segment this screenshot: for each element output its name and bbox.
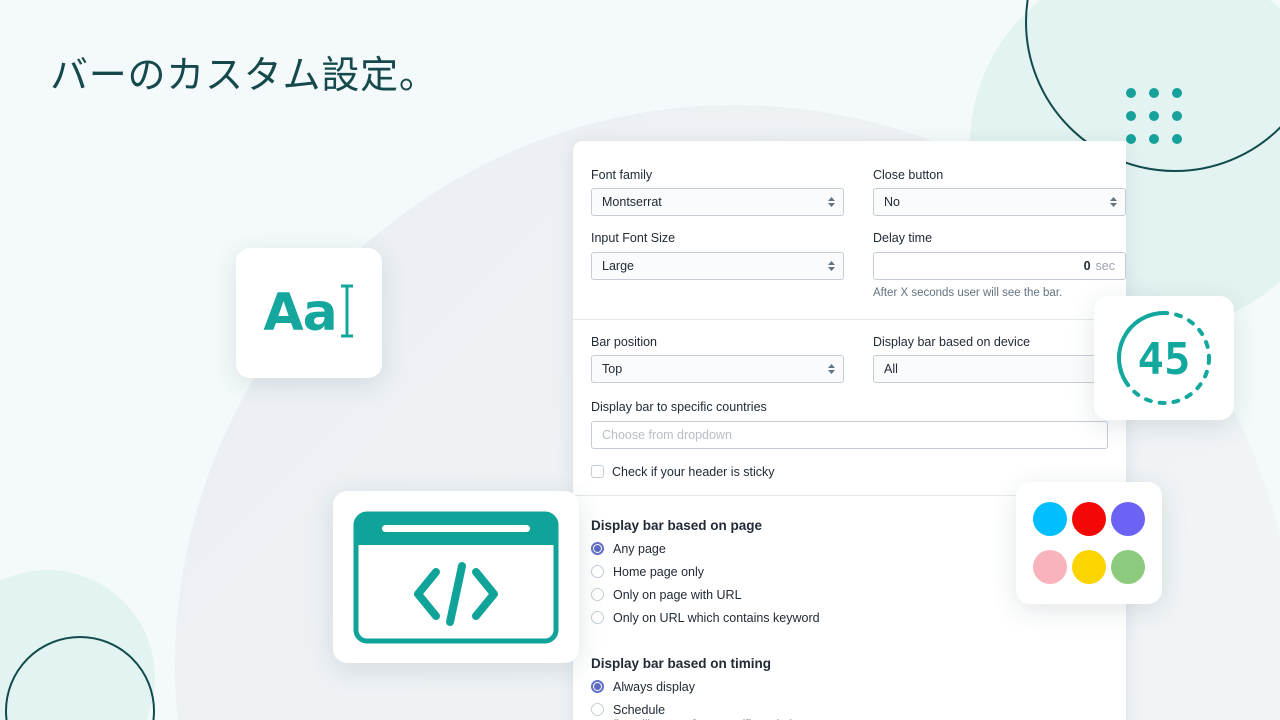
panel-section-appearance: Font family Montserrat Close button No I…	[573, 159, 1126, 315]
display-device-label: Display bar based on device	[873, 335, 1031, 350]
font-preview-card: Aa	[236, 248, 382, 378]
radio-any-page-input[interactable]	[591, 542, 604, 556]
delay-time-value: 0	[1083, 258, 1091, 273]
color-palette-card	[1016, 482, 1162, 604]
color-swatch-purple[interactable]	[1111, 502, 1146, 536]
font-family-value: Montserrat	[602, 195, 662, 210]
dot-grid-icon	[1126, 88, 1182, 144]
section-divider	[573, 319, 1126, 321]
font-preview-text: Aa	[263, 283, 337, 343]
bar-position-select[interactable]: Top	[591, 355, 844, 384]
bar-settings-panel: Font family Montserrat Close button No I…	[573, 141, 1126, 720]
radio-always-display[interactable]: Always display	[591, 680, 1108, 694]
delay-time-help: After X seconds user will see the bar.	[873, 286, 1063, 299]
text-cursor-icon	[339, 283, 355, 344]
display-device-select[interactable]: All	[873, 355, 1126, 384]
timer-value: 45	[1138, 334, 1191, 385]
font-family-select[interactable]: Montserrat	[591, 188, 844, 217]
input-font-size-select[interactable]: Large	[591, 251, 844, 280]
stepper-icon	[1110, 197, 1117, 208]
code-browser-icon	[353, 511, 559, 643]
font-family-label: Font family	[591, 168, 653, 182]
timer-card: 45	[1094, 296, 1234, 420]
code-browser-card	[333, 491, 579, 663]
field-font-family: Font family Montserrat	[591, 167, 844, 217]
radio-home-page-only-input[interactable]	[591, 565, 604, 579]
stepper-icon	[828, 260, 835, 271]
radio-home-page-only-label: Home page only	[613, 564, 705, 579]
color-swatch-green[interactable]	[1111, 550, 1146, 584]
field-input-font-size: Input Font Size Large	[591, 230, 844, 301]
page-title: バーのカスタム設定。	[50, 53, 438, 97]
radio-schedule-label: Schedule	[613, 702, 666, 717]
countries-placeholder: Choose from dropdown	[602, 427, 732, 442]
field-display-device: Display bar based on device All	[873, 334, 1126, 384]
close-button-value: No	[884, 195, 900, 210]
bar-position-label: Bar position	[591, 335, 658, 350]
color-swatch-red[interactable]	[1071, 502, 1106, 536]
bar-position-value: Top	[602, 362, 623, 377]
radio-page-with-url-label: Only on page with URL	[613, 587, 742, 602]
panel-section-targeting: Bar position Top Display bar based on de…	[573, 326, 1126, 491]
radio-always-display-label: Always display	[613, 679, 695, 694]
input-font-size-value: Large	[602, 258, 634, 273]
sticky-header-label: Check if your header is sticky	[612, 464, 775, 479]
display-device-value: All	[884, 362, 898, 377]
radio-always-display-input[interactable]	[591, 680, 604, 694]
color-swatch-yellow[interactable]	[1071, 550, 1106, 584]
delay-time-input[interactable]: 0 sec	[873, 251, 1126, 280]
color-swatch-pink[interactable]	[1032, 550, 1067, 584]
radio-schedule-input[interactable]	[591, 703, 604, 717]
radio-url-contains-keyword-label: Only on URL which contains keyword	[613, 610, 820, 625]
countries-combobox[interactable]: Choose from dropdown	[591, 420, 1108, 449]
circular-timer-icon: 45	[1117, 311, 1211, 405]
countries-label: Display bar to specific countries	[591, 400, 767, 415]
stepper-icon	[828, 364, 835, 375]
close-button-label: Close button	[873, 168, 944, 182]
field-delay-time: Delay time 0 sec After X seconds user wi…	[873, 230, 1126, 301]
delay-time-unit: sec	[1095, 258, 1115, 273]
timing-group-title: Display bar based on timing	[591, 655, 772, 671]
radio-url-contains-keyword-input[interactable]	[591, 611, 604, 625]
radio-url-contains-keyword[interactable]: Only on URL which contains keyword	[591, 611, 1108, 625]
input-font-size-label: Input Font Size	[591, 231, 676, 246]
radio-schedule[interactable]: Schedule	[591, 703, 1108, 717]
sticky-header-checkbox[interactable]	[591, 465, 604, 479]
delay-time-label: Delay time	[873, 231, 933, 246]
color-swatch-cyan[interactable]	[1032, 502, 1067, 536]
radio-page-with-url-input[interactable]	[591, 588, 604, 602]
radio-any-page-label: Any page	[613, 541, 666, 556]
field-bar-position: Bar position Top	[591, 334, 844, 384]
stepper-icon	[828, 197, 835, 208]
close-button-select[interactable]: No	[873, 188, 1126, 217]
sticky-header-checkbox-row[interactable]: Check if your header is sticky	[591, 465, 1108, 479]
field-close-button: Close button No	[873, 167, 1126, 217]
field-countries: Display bar to specific countries Choose…	[591, 399, 1108, 449]
